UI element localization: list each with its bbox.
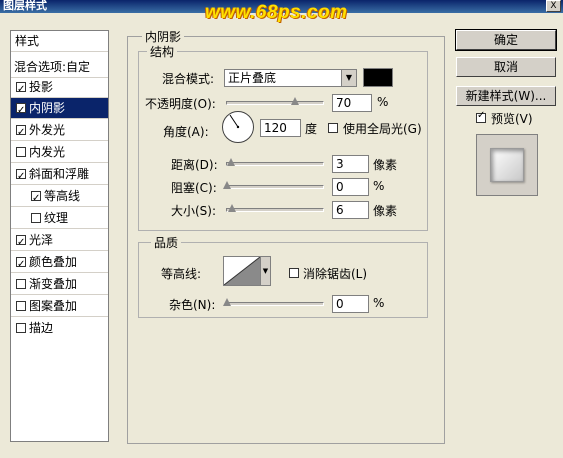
quality-group: 品质 等高线: ▼ 消除锯齿(L) 杂色(N): 0 %	[138, 234, 428, 318]
noise-slider[interactable]	[223, 298, 324, 306]
distance-unit: 像素	[373, 158, 398, 172]
distance-input[interactable]: 3	[332, 155, 369, 173]
antialias-checkbox[interactable]	[289, 268, 299, 278]
checkbox[interactable]	[16, 100, 26, 121]
angle-label: 角度(A):	[163, 125, 209, 139]
style-preview	[476, 134, 538, 196]
style-item-outer-glow[interactable]: 外发光	[11, 120, 108, 143]
size-label: 大小(S):	[171, 204, 217, 218]
choke-slider[interactable]	[223, 181, 324, 189]
checkbox[interactable]	[16, 122, 26, 143]
style-item-drop-shadow[interactable]: 投影	[11, 77, 108, 100]
chevron-down-icon[interactable]: ▼	[261, 256, 271, 286]
noise-input[interactable]: 0	[332, 295, 369, 313]
cancel-button[interactable]: 取消	[456, 57, 556, 77]
global-light-label: 使用全局光(G)	[343, 122, 422, 136]
style-item-contour[interactable]: 等高线	[11, 186, 108, 209]
angle-dial-icon[interactable]	[221, 110, 255, 144]
contour-preview-icon	[223, 256, 261, 286]
antialias-label: 消除锯齿(L)	[303, 267, 368, 281]
contour-label: 等高线:	[161, 267, 202, 281]
checkbox[interactable]	[16, 79, 26, 100]
style-item-texture[interactable]: 纹理	[11, 208, 108, 229]
opacity-input[interactable]: 70	[332, 94, 372, 112]
checkbox[interactable]	[16, 147, 26, 157]
contour-picker[interactable]	[223, 256, 261, 286]
window-title: 图层样式	[3, 0, 47, 12]
opacity-label: 不透明度(O):	[145, 97, 216, 111]
shadow-color-swatch[interactable]	[363, 68, 393, 87]
global-light-checkbox[interactable]	[328, 123, 338, 133]
style-item-inner-glow[interactable]: 内发光	[11, 142, 108, 163]
distance-label: 距离(D):	[171, 158, 218, 172]
checkbox[interactable]	[16, 279, 26, 289]
checkbox[interactable]	[16, 232, 26, 253]
opacity-unit: %	[377, 95, 389, 109]
choke-label: 阻塞(C):	[171, 181, 217, 195]
style-item-inner-shadow[interactable]: 内阴影	[11, 98, 108, 121]
style-item-pattern-overlay[interactable]: 图案叠加	[11, 296, 108, 317]
slider-thumb[interactable]	[227, 158, 235, 166]
slider-thumb[interactable]	[228, 204, 236, 212]
checkbox[interactable]	[16, 254, 26, 275]
size-slider[interactable]	[226, 204, 324, 212]
ok-button[interactable]: 确定	[455, 29, 557, 51]
checkbox[interactable]	[31, 188, 41, 209]
distance-slider[interactable]	[226, 158, 324, 166]
preview-label: 预览(V)	[491, 112, 533, 126]
choke-unit: %	[373, 179, 385, 193]
size-unit: 像素	[373, 204, 398, 218]
structure-title: 结构	[147, 43, 178, 60]
styles-header[interactable]: 样式	[11, 31, 108, 52]
angle-input[interactable]: 120	[260, 119, 301, 137]
preview-checkbox[interactable]	[476, 110, 486, 123]
blend-options-item[interactable]: 混合选项:自定	[11, 57, 108, 78]
size-input[interactable]: 6	[332, 201, 369, 219]
chevron-down-icon[interactable]: ▼	[341, 70, 356, 86]
choke-input[interactable]: 0	[332, 178, 369, 196]
close-button[interactable]: X	[546, 0, 561, 12]
style-item-stroke[interactable]: 描边	[11, 318, 108, 339]
noise-unit: %	[373, 296, 385, 310]
slider-thumb[interactable]	[291, 97, 299, 105]
style-item-color-overlay[interactable]: 颜色叠加	[11, 252, 108, 275]
slider-thumb[interactable]	[223, 181, 231, 189]
style-item-bevel-emboss[interactable]: 斜面和浮雕	[11, 164, 108, 187]
quality-title: 品质	[151, 234, 182, 251]
checkbox[interactable]	[31, 213, 41, 223]
style-item-gradient-overlay[interactable]: 渐变叠加	[11, 274, 108, 295]
watermark: www.68ps.com	[205, 2, 348, 23]
slider-thumb[interactable]	[223, 298, 231, 306]
angle-unit: 度	[305, 122, 318, 136]
checkbox[interactable]	[16, 166, 26, 187]
styles-list: 样式 混合选项:自定 投影 内阴影 外发光 内发光 斜面和浮雕 等高线 纹理 光…	[10, 30, 109, 442]
inner-shadow-panel: 内阴影 结构 混合模式: 正片叠底 ▼ 不透明度(O): 70 % 角度(A):…	[127, 28, 445, 444]
blend-mode-label: 混合模式:	[162, 72, 215, 86]
checkbox[interactable]	[16, 301, 26, 311]
new-style-button[interactable]: 新建样式(W)...	[456, 86, 556, 106]
blend-mode-select[interactable]: 正片叠底 ▼	[224, 69, 357, 87]
checkbox[interactable]	[16, 323, 26, 333]
style-item-satin[interactable]: 光泽	[11, 230, 108, 253]
opacity-slider[interactable]	[226, 97, 324, 105]
structure-group: 结构 混合模式: 正片叠底 ▼ 不透明度(O): 70 % 角度(A): 120…	[138, 43, 428, 231]
noise-label: 杂色(N):	[169, 298, 216, 312]
preview-swatch	[490, 148, 524, 182]
